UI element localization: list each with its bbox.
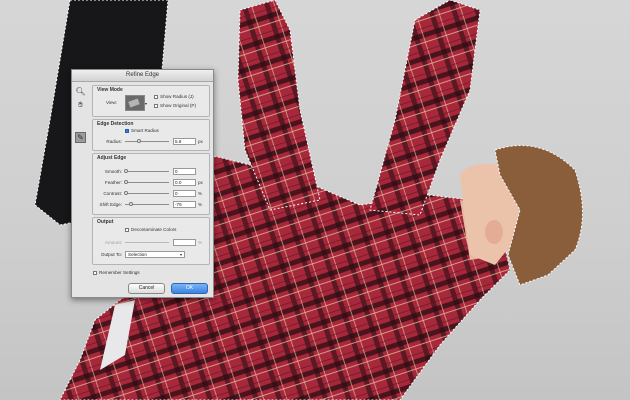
tool-column: 🔍︎ ✋︎ ✎ (75, 86, 90, 145)
magnifier-icon[interactable]: 🔍︎ (75, 86, 86, 97)
show-radius-label: Show Radius (J) (160, 94, 194, 99)
feather-label: Feather: (104, 180, 122, 185)
adjust-edge-title: Adjust Edge (97, 155, 127, 161)
shift-edge-slider[interactable] (125, 202, 169, 206)
show-original-checkbox[interactable] (154, 103, 158, 108)
decontaminate-label: Decontaminate Colors (131, 227, 177, 232)
select-arrow-icon: ▾ (179, 252, 182, 257)
contrast-unit: % (198, 191, 203, 196)
smooth-slider-knob[interactable] (124, 169, 128, 173)
smart-radius-label: Smart Radius (131, 128, 159, 133)
edge-detection-panel: Edge Detection Smart Radius Radius: 5.8 … (92, 119, 210, 151)
feather-slider[interactable] (124, 180, 169, 184)
output-panel: Output Decontaminate Colors Amount: % Ou… (92, 217, 210, 265)
view-thumbnail[interactable] (125, 95, 145, 111)
show-radius-checkbox[interactable] (154, 94, 158, 99)
contrast-slider[interactable] (124, 191, 169, 195)
feather-slider-knob[interactable] (124, 180, 128, 184)
amount-unit: % (198, 240, 203, 245)
view-dropdown-arrow[interactable]: ▾ (145, 101, 147, 106)
radius-label: Radius: (106, 139, 122, 144)
feather-field[interactable]: 0.0 (173, 179, 196, 186)
view-mode-panel: View Mode View: ▾ Show Radius (J) Show O… (92, 85, 210, 117)
radius-slider[interactable] (125, 139, 169, 143)
output-to-label: Output To: (100, 252, 122, 257)
ok-button[interactable]: OK (171, 283, 208, 294)
shift-edge-label: Shift Edge: (99, 202, 122, 207)
shift-edge-unit: % (198, 202, 203, 207)
amount-label: Amount: (104, 240, 122, 245)
smart-radius-checkbox[interactable] (125, 128, 129, 133)
radius-field[interactable]: 5.8 (173, 138, 196, 145)
refine-brush-icon[interactable]: ✎ (75, 132, 86, 143)
smooth-slider[interactable] (124, 169, 169, 173)
smooth-label: Smooth: (104, 169, 122, 174)
shift-edge-slider-knob[interactable] (129, 202, 133, 206)
contrast-label: Contrast: (103, 191, 122, 196)
shift-edge-field[interactable]: -76 (173, 201, 196, 208)
feather-unit: px (198, 180, 203, 185)
output-to-select[interactable]: Selection ▾ (125, 251, 185, 258)
refine-edge-dialog: Refine Edge 🔍︎ ✋︎ ✎ View Mode View: ▾ Sh… (71, 69, 214, 298)
remember-settings-checkbox[interactable] (93, 270, 97, 275)
decontaminate-checkbox[interactable] (125, 227, 129, 232)
output-to-value: Selection (128, 252, 147, 257)
hand-icon[interactable]: ✋︎ (75, 99, 86, 110)
smooth-field[interactable]: 0 (173, 168, 196, 175)
output-title: Output (97, 219, 114, 225)
cancel-button[interactable]: Cancel (128, 283, 165, 294)
amount-field[interactable] (173, 239, 196, 246)
show-original-label: Show Original (P) (160, 103, 196, 108)
dialog-title: Refine Edge (72, 70, 213, 82)
radius-slider-knob[interactable] (137, 139, 141, 143)
contrast-slider-knob[interactable] (124, 191, 128, 195)
view-mode-title: View Mode (97, 87, 123, 93)
radius-unit: px (198, 139, 203, 144)
amount-slider[interactable] (125, 242, 169, 243)
remember-settings-label: Remember Settings (99, 270, 140, 275)
contrast-field[interactable]: 0 (173, 190, 196, 197)
edge-detection-title: Edge Detection (97, 121, 134, 127)
view-label: View: (106, 100, 118, 105)
adjust-edge-panel: Adjust Edge Smooth: 0 Feather: 0.0 px Co… (92, 153, 210, 215)
